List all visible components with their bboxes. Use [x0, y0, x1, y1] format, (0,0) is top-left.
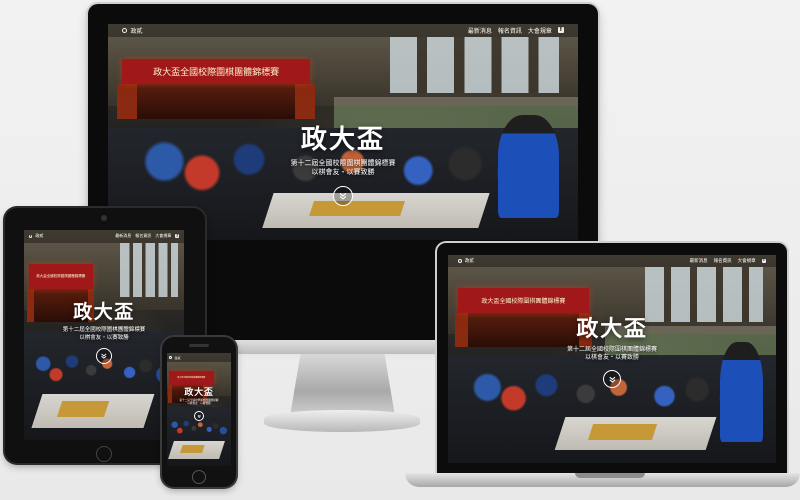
hero-title: 政大盃	[300, 125, 386, 156]
hero-subtitle: 第十二屆全國校際圍棋團體錦標賽 以棋會友・以賽致勝	[179, 398, 219, 406]
scroll-down-button[interactable]	[333, 185, 353, 206]
hall-banner: 政大盃全國校際圍棋團體錦標賽	[28, 263, 93, 289]
hall-banner: 政大盃全國校際圍棋團體錦標賽	[168, 371, 214, 385]
scroll-down-button[interactable]	[194, 411, 204, 422]
site-nav: 政貳 最新消息 報名資訊 大會規章 f	[24, 230, 184, 243]
facebook-icon[interactable]: f	[761, 258, 767, 264]
hero-title: 政大盃	[184, 387, 214, 398]
nav-link-registration[interactable]: 報名資訊	[714, 258, 732, 264]
nav-link-rules[interactable]: 大會規章	[528, 26, 552, 35]
chevron-down-icon	[339, 192, 347, 200]
logo-mark-icon	[168, 356, 172, 359]
nav-link-news[interactable]: 最新消息	[690, 258, 708, 264]
site-nav: 政貳 最新消息 報名資訊 大會規章 f	[448, 255, 776, 268]
laptop-screen: 政大盃全國校際圍棋團體錦標賽 政貳 最新消息 報名資訊 大會規章 f 政大盃 第…	[448, 255, 776, 463]
tablet-screen: 政大盃全國校際圍棋團體錦標賽 政貳 最新消息 報名資訊 大會規章 f 政大盃 第…	[24, 230, 184, 440]
facebook-icon[interactable]: f	[557, 27, 564, 34]
site-logo[interactable]: 政貳	[168, 355, 181, 360]
logo-mark-icon	[28, 234, 33, 239]
site-logo[interactable]: 政貳	[457, 258, 474, 265]
hero: 政大盃 第十二屆全國校際圍棋團體錦標賽 以棋會友・以賽致勝	[108, 119, 578, 206]
logo-text: 政貳	[464, 259, 474, 265]
tablet-home-button[interactable]	[96, 446, 112, 462]
imac-base	[264, 410, 420, 432]
phone-home-button[interactable]	[192, 470, 206, 484]
hall-banner: 政大盃全國校際圍棋團體錦標賽	[122, 58, 311, 85]
nav-link-registration[interactable]: 報名資訊	[498, 26, 522, 35]
chevron-down-icon	[609, 376, 615, 383]
hero-subtitle: 第十二屆全國校際圍棋團體錦標賽 以棋會友・以賽致勝	[62, 327, 146, 341]
nav-link-news[interactable]: 最新消息	[468, 26, 492, 35]
site-logo[interactable]: 政貳	[122, 26, 143, 35]
hero: 政大盃 第十二屆全國校際圍棋團體錦標賽 以棋會友・以賽致勝	[448, 311, 776, 389]
logo-text: 政貳	[174, 355, 181, 360]
site-nav: 政貳	[167, 353, 231, 363]
hero: 政大盃 第十二屆全國校際圍棋團體錦標賽 以棋會友・以賽致勝	[24, 297, 184, 365]
scroll-down-button[interactable]	[603, 370, 621, 389]
logo-mark-icon	[457, 259, 462, 264]
nav-link-news[interactable]: 最新消息	[115, 233, 131, 239]
facebook-icon[interactable]: f	[175, 234, 180, 239]
nav-link-rules[interactable]: 大會規章	[155, 233, 171, 239]
hero-title: 政大盃	[576, 316, 648, 343]
logo-mark-icon	[122, 27, 128, 34]
site-logo[interactable]: 政貳	[28, 233, 44, 239]
tablet-camera	[101, 215, 107, 221]
phone-screen: 政大盃全國校際圍棋團體錦標賽 政貳 政大盃 第十二屆全國校際圍棋團體錦標賽 以棋…	[167, 353, 231, 466]
nav-link-rules[interactable]: 大會規章	[738, 258, 756, 264]
chevron-down-icon	[101, 353, 107, 359]
chevron-down-icon	[197, 415, 201, 419]
imac-stand	[290, 354, 395, 416]
hero-title: 政大盃	[73, 301, 135, 324]
nav-link-registration[interactable]: 報名資訊	[135, 233, 151, 239]
hero-subtitle: 第十二屆全國校際圍棋團體錦標賽 以棋會友・以賽致勝	[290, 159, 396, 177]
hero: 政大盃 第十二屆全國校際圍棋團體錦標賽 以棋會友・以賽致勝	[167, 385, 231, 424]
scroll-down-button[interactable]	[96, 348, 112, 365]
phone-speaker	[189, 344, 209, 347]
site-nav: 政貳 最新消息 報名資訊 大會規章 f	[108, 24, 578, 37]
hero-subtitle: 第十二屆全國校際圍棋團體錦標賽 以棋會友・以賽致勝	[566, 346, 657, 362]
hall-banner: 政大盃全國校際圍棋團體錦標賽	[457, 288, 590, 314]
logo-text: 政貳	[35, 233, 44, 239]
logo-text: 政貳	[130, 27, 143, 35]
